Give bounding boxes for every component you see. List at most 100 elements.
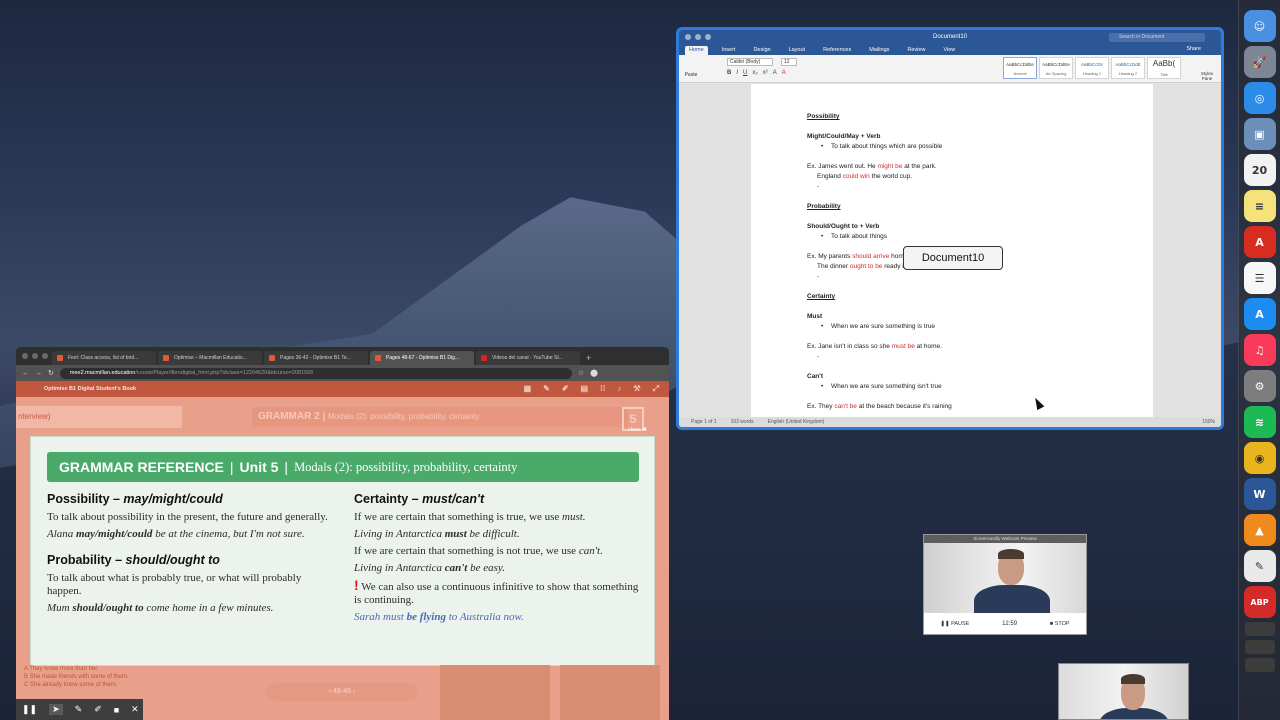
example-text: at the beach because it's raining — [856, 403, 952, 410]
tab-view[interactable]: View — [939, 46, 959, 55]
forward-arrow-icon[interactable]: → — [35, 370, 42, 377]
example-text: Ex. They — [807, 403, 835, 410]
browser-tab[interactable]: Optimise – Macmillan Educatio... — [158, 351, 262, 365]
pen-tool-button[interactable]: ✎ — [75, 704, 83, 715]
italic-button[interactable]: I — [736, 70, 738, 76]
highlighter-icon[interactable]: ✐ — [562, 385, 569, 393]
microphone-icon[interactable]: ♪ — [617, 385, 621, 393]
finder-icon[interactable]: ☺ — [1243, 10, 1276, 42]
camera-toggle-button[interactable]: ■ — [114, 705, 119, 715]
wrench-icon[interactable]: ⚒ — [633, 385, 640, 393]
style-no-spacing[interactable]: AaBbCcDdEe No Spacing — [1039, 57, 1073, 79]
underline-button[interactable]: U — [743, 70, 747, 76]
style-heading-1[interactable]: AaBbCcDc Heading 1 — [1075, 57, 1109, 79]
vlc-icon[interactable]: ▲ — [1243, 514, 1276, 546]
browser-tab[interactable]: Videos del canal - YouTube St... — [476, 351, 580, 365]
document-icon[interactable]: ✎ — [1243, 550, 1276, 582]
spotify-icon[interactable]: ≋ — [1243, 406, 1276, 438]
dock-thumbnail[interactable] — [1244, 640, 1275, 654]
grid-icon[interactable]: ▦ — [524, 385, 532, 393]
tab-mailings[interactable]: Mailings — [865, 46, 893, 55]
close-toolbar-button[interactable]: ✕ — [131, 704, 139, 715]
chrome-icon[interactable]: ◉ — [1243, 442, 1276, 474]
zoom-level[interactable]: 150% — [1202, 419, 1215, 425]
tab-insert[interactable]: Insert — [718, 46, 740, 55]
tab-layout[interactable]: Layout — [785, 46, 810, 55]
minimize-window-button[interactable] — [32, 353, 38, 359]
tab-design[interactable]: Design — [749, 46, 774, 55]
close-popup-button[interactable]: close ✖ — [628, 427, 647, 433]
dock-thumbnail[interactable] — [1244, 622, 1275, 636]
preview-icon[interactable]: ▣ — [1243, 118, 1276, 150]
language-indicator[interactable]: English (United Kingdom) — [768, 419, 825, 425]
font-color-button[interactable]: A — [782, 70, 786, 76]
browser-tab[interactable]: Pages 36-42 - Optimise B1 Te... — [264, 351, 368, 365]
tab-title: Pages 36-42 - Optimise B1 Te... — [280, 355, 351, 361]
fullscreen-icon[interactable]: ⤢ — [653, 385, 659, 393]
superscript-button[interactable]: x² — [763, 70, 768, 76]
styles-pane-button[interactable]: Styles Pane — [1199, 71, 1215, 81]
page-navigation[interactable]: ‹ 48-49 › — [266, 683, 418, 701]
example-text: be at the cinema, but I'm not sure. — [152, 528, 305, 540]
tab-review[interactable]: Review — [903, 46, 929, 55]
launchpad-icon[interactable]: 🚀 — [1243, 46, 1276, 78]
word-titlebar[interactable]: Document10 Search in Document — [679, 30, 1221, 44]
tab-home[interactable]: Home — [685, 46, 708, 55]
reminders-icon[interactable]: ☰ — [1243, 262, 1276, 294]
bold-button[interactable]: B — [727, 70, 731, 76]
font-size-select[interactable]: 12 — [781, 58, 797, 66]
bookmark-star-icon[interactable]: ☆ — [578, 369, 584, 377]
document-area[interactable]: Possibility Might/Could/May + Verb To ta… — [679, 84, 1221, 417]
extensions-icon[interactable]: ⬤ — [590, 369, 598, 377]
stop-button[interactable]: ■ STOP — [1050, 621, 1070, 627]
pencil-icon[interactable]: ✎ — [543, 385, 550, 393]
apps-icon[interactable]: ⁞⁞ — [600, 385, 605, 393]
style-title[interactable]: AaBb(Title — [1147, 57, 1181, 79]
highlighter-tool-button[interactable]: ✐ — [94, 704, 102, 715]
style-name: Normal — [1013, 71, 1027, 76]
dock-thumbnail[interactable] — [1244, 658, 1275, 672]
favicon-icon — [269, 355, 275, 361]
acrobat-icon[interactable]: A — [1243, 226, 1276, 258]
notes-icon[interactable]: ≡ — [1243, 190, 1276, 222]
url-field[interactable]: mee2.macmillan.education/coursePlayer/li… — [59, 367, 572, 379]
word-window[interactable]: Document10 Search in Document Home Inser… — [676, 27, 1224, 430]
share-button[interactable]: Share — [1186, 46, 1201, 52]
style-normal[interactable]: AaBbCcDdEe Normal — [1003, 57, 1037, 79]
back-arrow-icon[interactable]: ← — [22, 370, 29, 377]
youtube-favicon-icon — [481, 355, 487, 361]
zoom-window-button[interactable] — [42, 353, 48, 359]
pause-button[interactable]: ❚❚ PAUSE — [940, 621, 969, 627]
banner-topic: Modals (2): possibility, probability, ce… — [294, 459, 518, 474]
browser-tab-active[interactable]: Pages 48-67 - Optimise B1 Dig... — [370, 351, 474, 365]
music-icon[interactable]: ♫ — [1243, 334, 1276, 366]
system-preferences-icon[interactable]: ⚙ — [1243, 370, 1276, 402]
word-icon[interactable]: W — [1243, 478, 1276, 510]
example-modal: might be — [877, 163, 903, 170]
window-controls[interactable] — [22, 353, 48, 359]
cursor-tool-button[interactable]: ➤ — [49, 704, 63, 715]
calendar-icon[interactable]: 20 — [1243, 154, 1276, 186]
safari-icon[interactable]: ◎ — [1243, 82, 1276, 114]
webcam-preview-window[interactable]: Screencastify Webcam Preview ❚❚ PAUSE 12… — [923, 534, 1087, 635]
text-effects-button[interactable]: A — [773, 70, 777, 76]
search-in-document-field[interactable]: Search in Document — [1109, 33, 1205, 42]
browser-tab[interactable]: Feel: Class access, list of brid... — [52, 351, 156, 365]
example-modal: must be — [891, 343, 915, 350]
paste-button[interactable]: Paste — [679, 60, 703, 78]
app-store-icon[interactable]: A — [1243, 298, 1276, 330]
chrome-window[interactable]: Feel: Class access, list of brid... Opti… — [16, 347, 669, 720]
heading-possibility: Possibility — [807, 113, 840, 120]
pause-recording-button[interactable]: ❚❚ — [22, 704, 37, 715]
subscript-button[interactable]: x₂ — [752, 70, 757, 76]
reload-icon[interactable]: ↻ — [48, 369, 54, 377]
style-heading-2[interactable]: AaBbCcDdE Heading 2 — [1111, 57, 1145, 79]
banner-separator: | — [229, 459, 234, 475]
adblock-icon[interactable]: ABP — [1243, 586, 1276, 618]
font-name-select[interactable]: Calibri (Body) — [727, 58, 773, 66]
word-count[interactable]: 103 words — [731, 419, 754, 425]
tab-references[interactable]: References — [819, 46, 855, 55]
new-tab-button[interactable]: + — [586, 353, 591, 365]
close-window-button[interactable] — [22, 353, 28, 359]
note-icon[interactable]: ▤ — [581, 385, 589, 393]
